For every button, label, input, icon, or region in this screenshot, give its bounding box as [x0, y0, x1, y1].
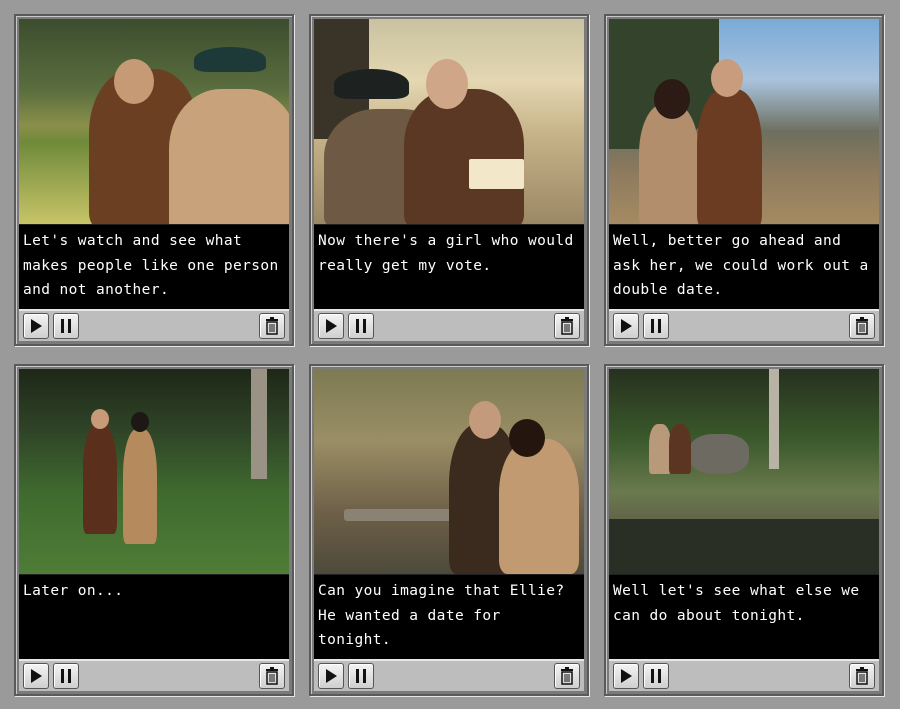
panel-caption: Let's watch and see what makes people li… [19, 225, 289, 309]
pause-icon [651, 669, 661, 683]
storyboard-grid: Let's watch and see what makes people li… [14, 14, 888, 696]
panel-caption: Later on... [19, 575, 289, 659]
play-icon [31, 669, 42, 683]
panel-photo [609, 19, 879, 225]
panel-caption: Well let's see what else we can do about… [609, 575, 879, 659]
story-panel-1: Let's watch and see what makes people li… [14, 14, 294, 346]
pause-button[interactable] [348, 663, 374, 689]
pause-icon [61, 319, 71, 333]
panel-photo [314, 19, 584, 225]
play-icon [326, 319, 337, 333]
delete-button[interactable] [554, 663, 580, 689]
play-button[interactable] [318, 663, 344, 689]
panel-photo [19, 369, 289, 575]
panel-caption: Well, better go ahead and ask her, we co… [609, 225, 879, 309]
play-button[interactable] [613, 663, 639, 689]
delete-button[interactable] [259, 663, 285, 689]
panel-controls [19, 309, 289, 341]
trash-icon [266, 317, 278, 335]
panel-controls [609, 659, 879, 691]
pause-button[interactable] [643, 313, 669, 339]
panel-controls [314, 309, 584, 341]
pause-icon [61, 669, 71, 683]
panel-caption: Now there's a girl who would really get … [314, 225, 584, 309]
story-panel-3: Well, better go ahead and ask her, we co… [604, 14, 884, 346]
play-icon [326, 669, 337, 683]
trash-icon [266, 667, 278, 685]
story-panel-5: Can you imagine that Ellie? He wanted a … [309, 364, 589, 696]
panel-controls [314, 659, 584, 691]
play-button[interactable] [23, 663, 49, 689]
trash-icon [856, 317, 868, 335]
panel-photo [19, 19, 289, 225]
story-panel-2: Now there's a girl who would really get … [309, 14, 589, 346]
play-icon [621, 319, 632, 333]
pause-icon [356, 669, 366, 683]
trash-icon [856, 667, 868, 685]
delete-button[interactable] [849, 663, 875, 689]
panel-caption: Can you imagine that Ellie? He wanted a … [314, 575, 584, 659]
pause-icon [356, 319, 366, 333]
trash-icon [561, 667, 573, 685]
panel-photo [609, 369, 879, 575]
play-icon [31, 319, 42, 333]
play-button[interactable] [613, 313, 639, 339]
play-button[interactable] [318, 313, 344, 339]
play-button[interactable] [23, 313, 49, 339]
pause-button[interactable] [53, 663, 79, 689]
delete-button[interactable] [849, 313, 875, 339]
pause-button[interactable] [643, 663, 669, 689]
trash-icon [561, 317, 573, 335]
story-panel-6: Well let's see what else we can do about… [604, 364, 884, 696]
pause-icon [651, 319, 661, 333]
play-icon [621, 669, 632, 683]
delete-button[interactable] [554, 313, 580, 339]
delete-button[interactable] [259, 313, 285, 339]
panel-controls [609, 309, 879, 341]
pause-button[interactable] [53, 313, 79, 339]
panel-controls [19, 659, 289, 691]
panel-photo [314, 369, 584, 575]
story-panel-4: Later on... [14, 364, 294, 696]
pause-button[interactable] [348, 313, 374, 339]
